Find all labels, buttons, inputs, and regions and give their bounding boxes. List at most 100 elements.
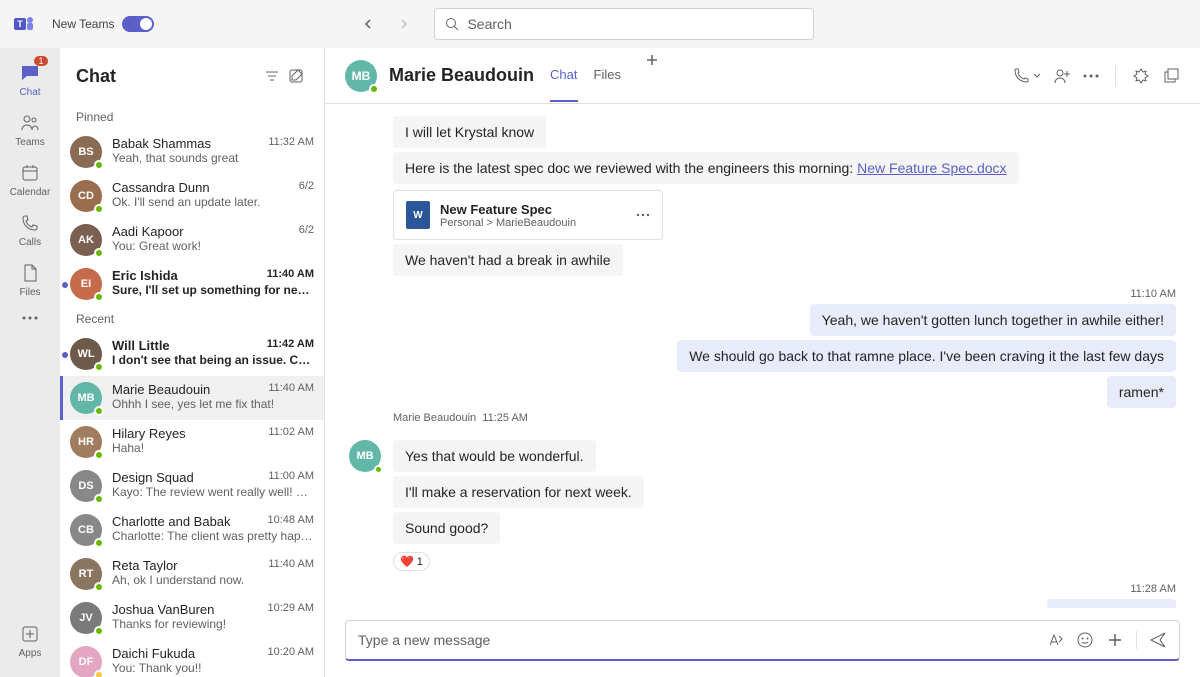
smiley-icon [1076,631,1094,649]
chat-list-item[interactable]: WLWill Little11:42 AMI don't see that be… [60,332,324,376]
svg-text:T: T [17,19,23,29]
avatar: WL [70,338,102,370]
chat-list-item[interactable]: EIEric Ishida11:40 AMSure, I'll set up s… [60,262,324,306]
chat-item-name: Eric Ishida [112,268,178,283]
people-add-icon [1053,67,1071,85]
conv-person-name: Marie Beaudouin [389,65,534,86]
compose-input[interactable]: Type a new message [345,620,1180,661]
message-out: Yeah, we haven't gotten lunch together i… [349,304,1176,336]
search-icon [445,17,459,31]
chat-list-item[interactable]: RTReta Taylor11:40 AMAh, ok I understand… [60,552,324,596]
chat-list-item[interactable]: BSBabak Shammas11:32 AMYeah, that sounds… [60,130,324,174]
avatar: MB [70,382,102,414]
chat-item-preview: I don't see that being an issue. Can you… [112,353,314,367]
rail-apps[interactable]: Apps [4,615,56,665]
chat-item-name: Daichi Fukuda [112,646,195,661]
search-input[interactable]: Search [434,8,814,40]
chat-list-item[interactable]: CBCharlotte and Babak10:48 AMCharlotte: … [60,508,324,552]
avatar: DF [70,646,102,677]
rail-calls-label: Calls [19,237,41,248]
pop-out-icon [1162,67,1180,85]
file-card-title: New Feature Spec [440,202,576,217]
message-in: I'll make a reservation for next week. [393,476,644,508]
reaction-heart[interactable]: ❤️ 1 [393,552,430,571]
avatar: BS [70,136,102,168]
chat-item-time: 11:02 AM [268,426,314,441]
chat-item-name: Babak Shammas [112,136,211,151]
chat-item-name: Design Squad [112,470,194,485]
conv-avatar: MB [345,60,377,92]
chat-item-time: 11:00 AM [268,470,314,485]
rail-chat[interactable]: 1 Chat [4,54,56,104]
copilot-button[interactable] [1132,66,1150,86]
avatar: EI [70,268,102,300]
emoji-button[interactable] [1076,631,1094,649]
attach-button[interactable] [1106,631,1124,649]
format-button[interactable] [1046,631,1064,649]
message-in: Here is the latest spec doc we reviewed … [393,152,1176,184]
file-card-more[interactable] [636,213,650,217]
rail-more-button[interactable] [14,308,46,328]
calendar-icon [18,161,42,185]
tab-files[interactable]: Files [594,49,621,102]
tab-chat[interactable]: Chat [550,49,577,102]
file-card-subtitle: Personal > MarieBeaudouin [440,217,576,229]
message-in: We haven't had a break in awhile [393,244,1176,276]
new-teams-toggle[interactable] [122,16,154,32]
avatar: MB [349,440,381,472]
rail-calendar[interactable]: Calendar [4,154,56,204]
pop-out-button[interactable] [1162,66,1180,86]
chat-item-time: 6/2 [299,224,314,239]
chat-list-item[interactable]: AKAadi Kapoor6/2You: Great work! [60,218,324,262]
message-in: I will let Krystal know [393,116,1176,148]
rail-calls[interactable]: Calls [4,204,56,254]
chat-item-preview: Sure, I'll set up something for next wee… [112,283,314,297]
timestamp: 11:28 AM [349,583,1176,595]
new-chat-button[interactable] [284,64,308,88]
chat-item-name: Will Little [112,338,170,353]
nav-back-button[interactable] [354,10,382,38]
compose-icon [288,68,304,84]
avatar: DS [70,470,102,502]
timestamp: 11:10 AM [349,288,1176,300]
chat-list-item[interactable]: MBMarie Beaudouin11:40 AMOhhh I see, yes… [60,376,324,420]
message-out: We should go back to that ramne place. I… [349,340,1176,372]
chat-list-item[interactable]: HRHilary Reyes11:02 AMHaha! [60,420,324,464]
rail-files[interactable]: Files [4,254,56,304]
chat-list-item[interactable]: DSDesign Squad11:00 AMKayo: The review w… [60,464,324,508]
rail-calendar-label: Calendar [10,187,51,198]
chevron-down-icon [1033,72,1041,80]
avatar: JV [70,602,102,634]
chat-list-item[interactable]: DFDaichi Fukuda10:20 AMYou: Thank you!! [60,640,324,677]
add-tab-button[interactable] [641,49,663,102]
phone-icon [1012,67,1030,85]
message-out: I would love that! [349,599,1176,608]
plus-icon [645,53,659,67]
file-link[interactable]: New Feature Spec.docx [857,160,1006,176]
nav-forward-button[interactable] [390,10,418,38]
more-icon [1083,74,1099,78]
divider [1115,66,1116,86]
search-placeholder: Search [467,16,511,32]
chat-item-time: 11:40 AM [268,558,314,573]
send-icon [1149,631,1167,649]
chat-item-preview: You: Great work! [112,239,314,253]
message-out: ramen* [349,376,1176,408]
rail-apps-label: Apps [19,648,42,659]
send-button[interactable] [1149,631,1167,649]
file-card[interactable]: W New Feature Spec Personal > MarieBeaud… [393,190,663,240]
chatlist-title: Chat [76,66,260,87]
filter-button[interactable] [260,64,284,88]
chat-item-preview: Haha! [112,441,314,455]
new-teams-label: New Teams [52,17,114,31]
chat-item-name: Charlotte and Babak [112,514,231,529]
chat-list-item[interactable]: JVJoshua VanBuren10:29 AMThanks for revi… [60,596,324,640]
chat-item-time: 6/2 [299,180,314,195]
conv-more-button[interactable] [1083,66,1099,86]
people-add-button[interactable] [1053,66,1071,86]
rail-teams[interactable]: Teams [4,104,56,154]
chat-list-item[interactable]: CDCassandra Dunn6/2Ok. I'll send an upda… [60,174,324,218]
teams-logo-icon: T [12,12,36,36]
chat-item-preview: Yeah, that sounds great [112,151,314,165]
call-button[interactable] [1012,66,1041,86]
